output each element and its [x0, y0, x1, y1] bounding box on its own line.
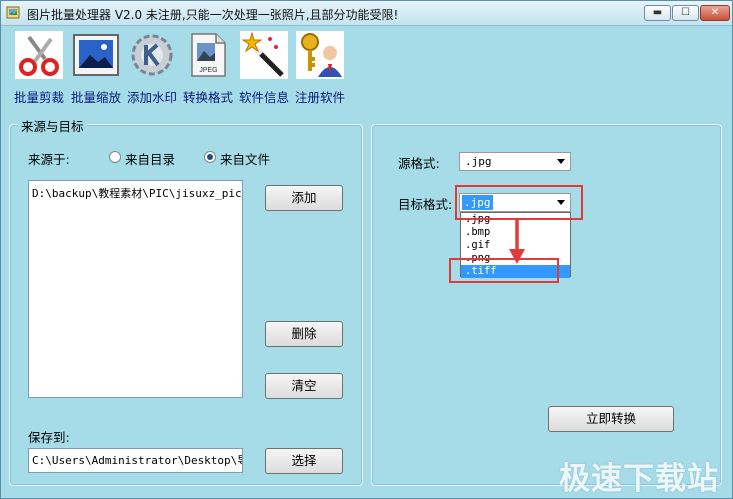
toolbar-crop-label: 批量剪裁	[13, 90, 64, 105]
minimize-button[interactable]: ▬	[644, 5, 671, 21]
watermark-logo: 极速下载站	[559, 461, 719, 497]
save-path-field[interactable]: C:\Users\Administrator\Desktop\导出	[28, 448, 243, 473]
picture-icon	[73, 34, 119, 76]
toolbar-watermark-label: 添加水印	[126, 90, 177, 105]
radio-from-file-label[interactable]: 来自文件	[220, 149, 270, 168]
radio-from-directory-label[interactable]: 来自目录	[125, 149, 175, 168]
source-format-select[interactable]: .jpg	[459, 152, 571, 171]
convert-now-button[interactable]: 立即转换	[548, 406, 674, 432]
magic-wand-icon	[240, 31, 288, 79]
target-format-label: 目标格式:	[398, 197, 453, 212]
choose-button[interactable]: 选择	[265, 448, 343, 474]
toolbar-info[interactable]: 软件信息	[238, 31, 290, 106]
add-button[interactable]: 添加	[265, 185, 343, 211]
source-format-value: .jpg	[465, 155, 492, 168]
toolbar-info-label: 软件信息	[238, 90, 289, 105]
jpeg-file-icon: JPEG	[191, 33, 226, 77]
delete-button[interactable]: 删除	[265, 321, 343, 347]
save-to-label: 保存到:	[28, 430, 70, 445]
toolbar-resize-label: 批量缩放	[70, 90, 121, 105]
toolbar-resize[interactable]: 批量缩放	[70, 31, 122, 106]
window-title: 图片批量处理器 V2.0 未注册,只能一次处理一张照片,且部分功能受限!	[27, 8, 399, 22]
keys-user-icon	[296, 31, 344, 79]
main-window: 图片批量处理器 V2.0 未注册,只能一次处理一张照片,且部分功能受限! ▬ ☐…	[0, 0, 733, 499]
list-item[interactable]: D:\backup\教程素材\PIC\jisuxz_pic_5	[32, 185, 242, 201]
highlight-box-tiff	[449, 258, 559, 283]
close-button[interactable]: ✕	[700, 5, 730, 21]
toolbar-register[interactable]: 注册软件	[294, 31, 346, 106]
title-bar[interactable]: 图片批量处理器 V2.0 未注册,只能一次处理一张照片,且部分功能受限! ▬ ☐…	[1, 1, 732, 26]
app-icon	[6, 6, 20, 19]
source-target-group-title: 来源与目标	[18, 116, 87, 135]
toolbar-convert[interactable]: JPEG 转换格式	[182, 31, 234, 106]
radio-from-directory[interactable]	[109, 151, 121, 163]
svg-text:JPEG: JPEG	[199, 67, 217, 74]
source-label: 来源于:	[28, 152, 70, 167]
toolbar-register-label: 注册软件	[294, 90, 345, 105]
radio-from-file[interactable]	[204, 151, 216, 163]
toolbar-crop[interactable]: 批量剪裁	[13, 31, 65, 106]
highlight-box-target	[455, 185, 583, 220]
chevron-down-icon	[557, 159, 565, 164]
maximize-button[interactable]: ☐	[672, 5, 699, 21]
clear-button[interactable]: 清空	[265, 373, 343, 399]
scissors-icon	[15, 31, 63, 79]
gear-k-icon	[131, 34, 173, 76]
red-arrow-icon	[509, 219, 525, 264]
file-listbox[interactable]: D:\backup\教程素材\PIC\jisuxz_pic_5	[28, 180, 243, 398]
toolbar-convert-label: 转换格式	[182, 90, 233, 105]
source-format-label: 源格式:	[398, 156, 440, 171]
toolbar-watermark[interactable]: 添加水印	[126, 31, 178, 106]
